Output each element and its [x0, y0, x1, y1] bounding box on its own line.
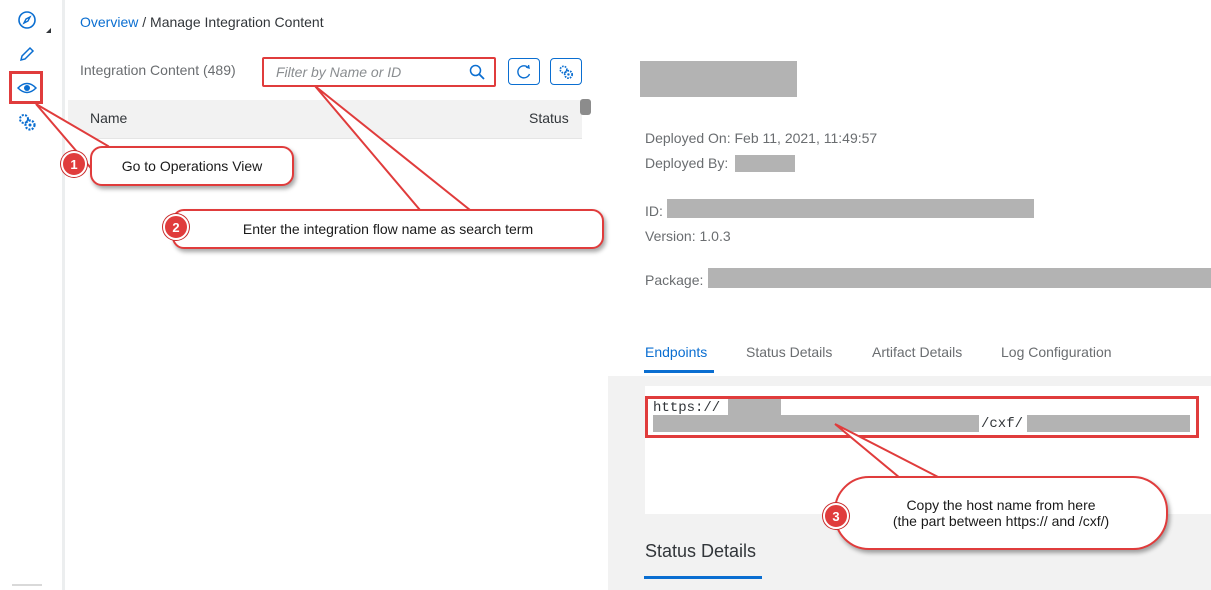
- column-name-header[interactable]: Name: [90, 110, 127, 126]
- callout-step-3-line-1: Copy the host name from here: [906, 497, 1096, 513]
- status-details-heading: Status Details: [645, 541, 757, 561]
- highlight-operations-view: [9, 71, 43, 104]
- table-header: [68, 100, 582, 139]
- redacted-deployed-by: [735, 155, 795, 172]
- breadcrumb-separator: /: [138, 14, 151, 30]
- deployed-by-label: Deployed By:: [645, 155, 729, 171]
- status-details-indicator: [644, 576, 762, 579]
- callout-step-2: Enter the integration flow name as searc…: [172, 209, 604, 249]
- id-label: ID:: [645, 203, 663, 219]
- version-text: Version: 1.0.3: [645, 228, 731, 244]
- rail-bottom-line: [12, 584, 42, 586]
- refresh-icon: [517, 64, 531, 79]
- step-1-badge: 1: [61, 151, 87, 177]
- gears-icon: [559, 64, 574, 79]
- breadcrumb-current: Manage Integration Content: [150, 14, 324, 30]
- list-title: Integration Content (489): [80, 62, 236, 78]
- search-field[interactable]: [262, 57, 496, 87]
- collapse-indicator: [46, 28, 51, 33]
- redacted-artifact-name: [640, 61, 797, 97]
- step-2-badge: 2: [163, 214, 189, 240]
- tab-artifact-details[interactable]: Artifact Details: [872, 344, 962, 360]
- callout-step-3-line-2: (the part between https:// and /cxf/): [892, 513, 1110, 529]
- callout-step-3: Copy the host name from here (the part b…: [834, 476, 1168, 550]
- package-label: Package:: [645, 272, 704, 288]
- search-input[interactable]: [274, 63, 468, 81]
- settings-button[interactable]: [550, 58, 582, 85]
- compass-icon[interactable]: [14, 8, 40, 32]
- tab-log-configuration[interactable]: Log Configuration: [1001, 344, 1112, 360]
- tab-status-details[interactable]: Status Details: [746, 344, 832, 360]
- step-3-badge: 3: [823, 503, 849, 529]
- pencil-icon[interactable]: [14, 42, 40, 66]
- refresh-button[interactable]: [508, 58, 540, 85]
- scrollbar-thumb[interactable]: [580, 99, 591, 115]
- highlight-endpoint-url: [645, 396, 1199, 438]
- redacted-id: [667, 199, 1034, 218]
- column-status-header[interactable]: Status: [529, 110, 569, 126]
- search-icon[interactable]: [469, 64, 485, 85]
- tab-endpoints[interactable]: Endpoints: [645, 344, 707, 360]
- rail-divider: [62, 0, 65, 590]
- deployed-on-text: Deployed On: Feb 11, 2021, 11:49:57: [645, 130, 878, 146]
- callout-step-2-text: Enter the integration flow name as searc…: [242, 221, 534, 237]
- callout-step-1: Go to Operations View: [90, 146, 294, 186]
- callout-step-1-text: Go to Operations View: [121, 158, 263, 174]
- active-tab-indicator: [644, 370, 714, 373]
- gears-icon[interactable]: [14, 110, 40, 134]
- breadcrumb: Overview / Manage Integration Content: [80, 14, 324, 30]
- redacted-package: [708, 268, 1211, 288]
- breadcrumb-overview-link[interactable]: Overview: [80, 14, 138, 30]
